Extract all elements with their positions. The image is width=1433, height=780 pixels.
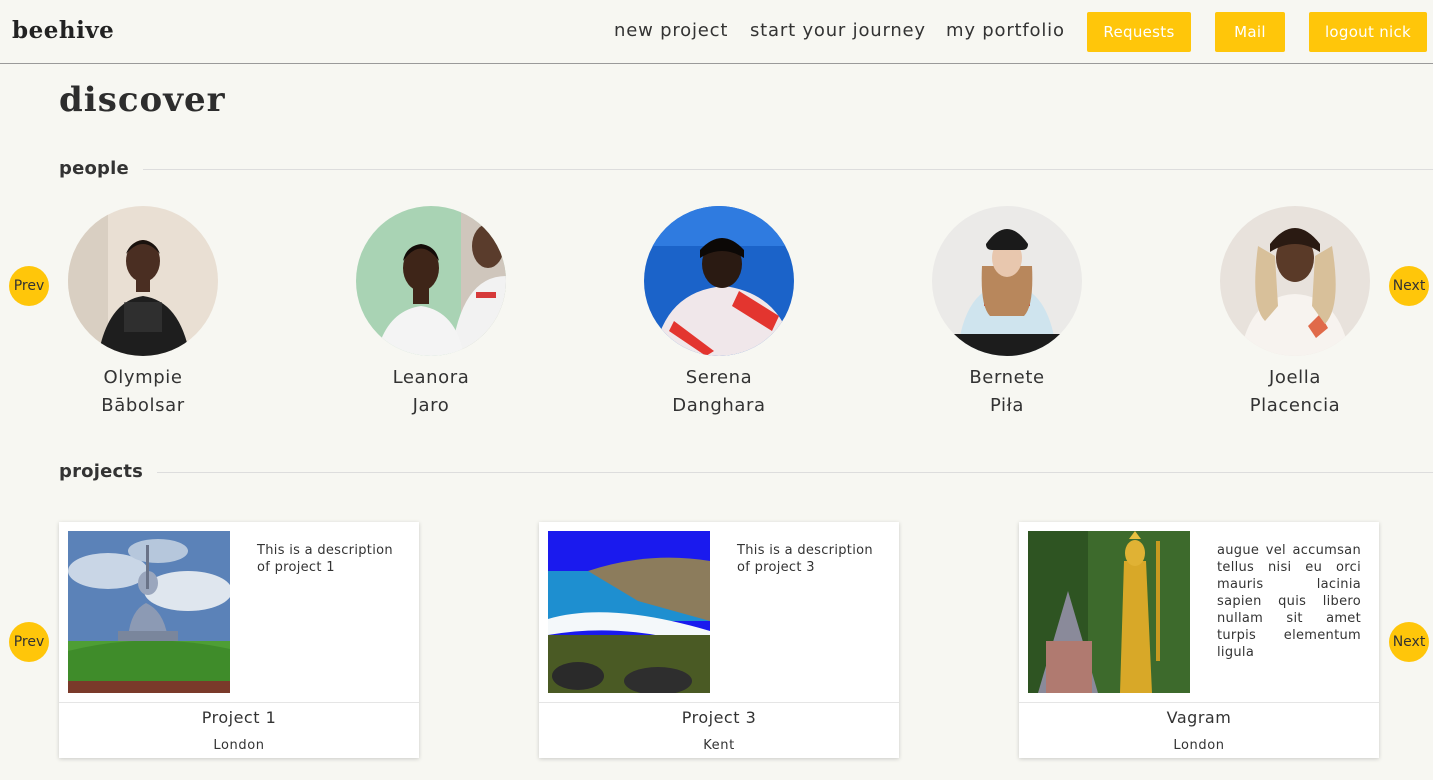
person-last-name: Bābolsar (101, 395, 185, 416)
person-last-name: Jaro (412, 395, 450, 416)
page-title: discover (59, 80, 226, 120)
project-location: London (1173, 738, 1225, 753)
project-title[interactable]: Vagram (1019, 708, 1379, 727)
avatar[interactable] (644, 206, 794, 356)
project-description: augue vel accumsan tellus nisi eu orci m… (1217, 543, 1361, 660)
project-description: This is a description of project 1 (257, 543, 393, 575)
person-last-name: Placencia (1249, 395, 1341, 416)
project-image[interactable] (548, 531, 710, 693)
person-name: Leanora Jaro (331, 364, 531, 420)
person-card[interactable]: Leanora Jaro (331, 206, 531, 420)
logout-button[interactable]: logout nick (1309, 12, 1427, 52)
project-title[interactable]: Project 3 (539, 708, 899, 727)
person-name: Serena Danghara (619, 364, 819, 420)
person-first-name: Leanora (392, 367, 470, 388)
mail-button[interactable]: Mail (1215, 12, 1285, 52)
person-last-name: Danghara (672, 395, 766, 416)
card-divider (59, 702, 419, 703)
avatar[interactable] (1220, 206, 1370, 356)
requests-button[interactable]: Requests (1087, 12, 1191, 52)
avatar[interactable] (68, 206, 218, 356)
project-location: Kent (703, 738, 735, 753)
person-first-name: Serena (685, 367, 753, 388)
projects-prev-button[interactable]: Prev (9, 622, 49, 662)
project-card[interactable]: augue vel accumsan tellus nisi eu orci m… (1019, 522, 1379, 758)
person-card[interactable]: Joella Placencia (1195, 206, 1395, 420)
project-image[interactable] (1028, 531, 1190, 693)
nav-new-project[interactable]: new project (614, 20, 728, 41)
person-card[interactable]: Bernete Piła (907, 206, 1107, 420)
projects-next-button[interactable]: Next (1389, 622, 1429, 662)
projects-section-label: projects (59, 461, 144, 482)
people-section-label: people (59, 158, 129, 179)
top-nav-bar: beehive new project start your journey m… (0, 0, 1433, 64)
nav-start-your-journey[interactable]: start your journey (750, 20, 926, 41)
person-name: Bernete Piła (907, 364, 1107, 420)
person-first-name: Joella (1268, 367, 1322, 388)
people-section-divider (143, 169, 1433, 170)
person-card[interactable]: Serena Danghara (619, 206, 819, 420)
person-card[interactable]: Olympie Bābolsar (43, 206, 243, 420)
card-divider (539, 702, 899, 703)
project-description: This is a description of project 3 (737, 543, 873, 575)
projects-section-divider (157, 472, 1433, 473)
person-last-name: Piła (989, 395, 1024, 416)
project-title[interactable]: Project 1 (59, 708, 419, 727)
project-card[interactable]: This is a description of project 1 Proje… (59, 522, 419, 758)
avatar[interactable] (932, 206, 1082, 356)
beehive-logo[interactable]: beehive (12, 17, 114, 44)
avatar[interactable] (356, 206, 506, 356)
person-name: Olympie Bābolsar (43, 364, 243, 420)
people-next-button[interactable]: Next (1389, 266, 1429, 306)
nav-my-portfolio[interactable]: my portfolio (946, 20, 1065, 41)
person-name: Joella Placencia (1195, 364, 1395, 420)
project-location: London (213, 738, 265, 753)
person-first-name: Bernete (969, 367, 1045, 388)
card-divider (1019, 702, 1379, 703)
project-card[interactable]: This is a description of project 3 Proje… (539, 522, 899, 758)
person-first-name: Olympie (103, 367, 183, 388)
project-image[interactable] (68, 531, 230, 693)
